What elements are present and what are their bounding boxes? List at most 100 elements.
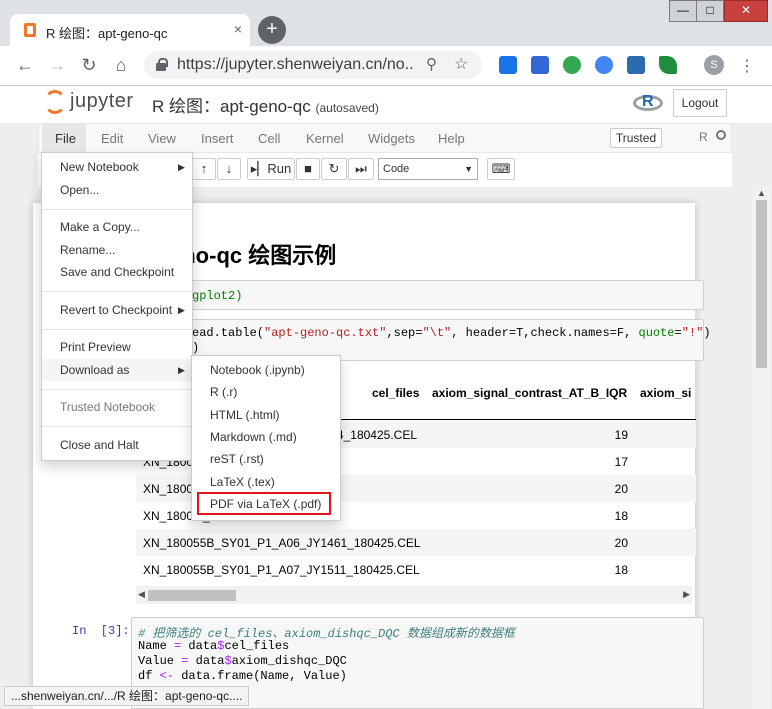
new-tab-button[interactable]: + <box>258 16 286 44</box>
menu-item-rename[interactable]: Rename... <box>60 243 115 257</box>
menu-view[interactable]: View <box>148 131 176 146</box>
menu-item-close-halt[interactable]: Close and Halt <box>60 438 139 452</box>
code-line: df <- data.frame(Name, Value) <box>138 669 347 683</box>
profile-avatar[interactable]: S <box>704 55 724 75</box>
markdown-heading: eno-qc 绘图示例 <box>170 243 337 268</box>
menu-item-print-preview[interactable]: Print Preview <box>60 340 131 354</box>
restart-icon: ↻ <box>328 161 340 176</box>
table-header-axiom-si: axiom_si <box>640 386 692 400</box>
submenu-caret-icon: ▶ <box>178 162 185 172</box>
code-text: gplot2) <box>192 289 243 303</box>
table-row: XN_180055B_SY01_P1_A07_JY1511_180425.CEL… <box>143 563 628 577</box>
back-icon[interactable]: ← <box>14 54 36 76</box>
fast-forward-icon: ⏭ <box>355 161 367 176</box>
download-latex[interactable]: LaTeX (.tex) <box>210 475 275 489</box>
window-close-button[interactable]: ✕ <box>724 0 768 22</box>
menu-item-make-copy[interactable]: Make a Copy... <box>60 220 140 234</box>
code-line: Name = data$cel_files <box>138 639 290 653</box>
download-r[interactable]: R (.r) <box>210 385 237 399</box>
menu-divider <box>42 426 192 427</box>
menu-item-new-notebook[interactable]: New Notebook <box>60 160 139 174</box>
menu-file[interactable]: File <box>55 131 76 146</box>
submenu-caret-icon: ▶ <box>178 305 185 315</box>
stop-icon: ■ <box>304 161 312 176</box>
tab-close-icon[interactable]: × <box>234 21 242 37</box>
kernel-name: R <box>699 130 708 144</box>
forward-icon[interactable]: → <box>46 54 68 76</box>
bookmark-star-icon[interactable]: ☆ <box>454 54 468 74</box>
menu-widgets[interactable]: Widgets <box>368 131 415 146</box>
chevron-down-icon: ▼ <box>464 164 473 174</box>
scrollbar-thumb[interactable] <box>148 590 236 601</box>
menu-item-download-as[interactable]: Download as <box>60 363 129 377</box>
cell-3-prompt: In [3]: <box>72 624 130 638</box>
link-status-bar: ...shenweiyan.cn/.../R 绘图：apt-geno-qc...… <box>4 686 250 706</box>
menu-item-open[interactable]: Open... <box>60 183 99 197</box>
download-markdown[interactable]: Markdown (.md) <box>210 430 297 444</box>
trusted-indicator[interactable]: Trusted <box>610 128 662 148</box>
zoom-search-icon[interactable]: ⚲ <box>426 55 437 73</box>
code-line: Value = data$axiom_dishqc_DQC <box>138 654 347 668</box>
code-line: ead.table("apt-geno-qc.txt",sep="\t", he… <box>192 326 711 340</box>
logout-button[interactable]: Logout <box>673 89 727 117</box>
table-row: XN_180055B_SY01_P1_A06_JY1461_180425.CEL… <box>136 529 696 556</box>
cell-type-select[interactable]: Code ▼ <box>378 158 478 180</box>
table-horizontal-scrollbar[interactable]: ◀ ▶ <box>136 586 692 604</box>
page-vertical-scrollbar[interactable]: ▲ <box>753 186 770 709</box>
notebook-name[interactable]: R 绘图：apt-geno-qc <box>152 97 311 116</box>
jupyter-logo-text: jupyter <box>70 90 134 112</box>
menu-edit[interactable]: Edit <box>101 131 123 146</box>
bookmark-extension-icon[interactable] <box>531 56 549 74</box>
scroll-left-icon[interactable]: ◀ <box>138 589 145 600</box>
run-icon: ▸▏ <box>250 161 268 176</box>
lock-icon <box>156 58 168 71</box>
scroll-right-icon[interactable]: ▶ <box>683 589 690 600</box>
url-text[interactable]: https://jupyter.shenweiyan.cn/no... <box>177 56 413 74</box>
jupyter-favicon-icon <box>24 23 36 37</box>
jupyter-logo[interactable]: jupyter <box>44 88 140 118</box>
stop-button[interactable]: ■ <box>296 158 320 180</box>
translate-extension-icon[interactable] <box>499 56 517 74</box>
notebook-title[interactable]: R 绘图：apt-geno-qc (autosaved) <box>152 92 379 117</box>
tab-title: R 绘图：apt-geno-qc <box>46 26 168 41</box>
grammarly-extension-icon[interactable] <box>563 56 581 74</box>
restart-run-all-button[interactable]: ⏭ <box>348 158 374 180</box>
menu-divider <box>42 291 192 292</box>
menu-kernel[interactable]: Kernel <box>306 131 344 146</box>
leaf-extension-icon[interactable] <box>659 56 677 74</box>
home-icon[interactable]: ⌂ <box>110 54 132 76</box>
run-button[interactable]: ▸▏Run <box>247 158 295 180</box>
restart-button[interactable]: ↻ <box>321 158 347 180</box>
autosave-status: (autosaved) <box>315 101 379 115</box>
code-cell-1-input[interactable]: gplot2) <box>136 280 704 310</box>
browser-tab[interactable]: R 绘图：apt-geno-qc × <box>10 14 250 46</box>
jupyter-logo-icon <box>44 90 66 114</box>
menu-insert[interactable]: Insert <box>201 131 234 146</box>
menu-cell[interactable]: Cell <box>258 131 280 146</box>
minimize-button[interactable]: — <box>669 0 697 22</box>
menu-help[interactable]: Help <box>438 131 465 146</box>
screenshot-extension-icon[interactable] <box>627 56 645 74</box>
kernel-idle-icon <box>716 130 726 140</box>
menu-item-revert-checkpoint[interactable]: Revert to Checkpoint <box>60 303 172 317</box>
globe-extension-icon[interactable] <box>595 56 613 74</box>
menu-item-save-checkpoint[interactable]: Save and Checkpoint <box>60 265 174 279</box>
maximize-button[interactable]: □ <box>696 0 724 22</box>
submenu-caret-icon: ▶ <box>178 365 185 375</box>
address-bar[interactable]: https://jupyter.shenweiyan.cn/no... ⚲ ☆ <box>144 51 482 79</box>
table-header-cel-files: cel_files <box>372 386 420 400</box>
download-rst[interactable]: reST (.rst) <box>210 452 264 466</box>
reload-icon[interactable]: ↻ <box>78 54 100 76</box>
command-palette-button[interactable]: ⌨ <box>487 158 515 180</box>
scroll-up-icon[interactable]: ▲ <box>757 188 766 198</box>
r-kernel-logo-icon: R <box>633 93 663 113</box>
move-down-button[interactable]: ↓ <box>217 158 241 180</box>
scrollbar-thumb[interactable] <box>756 200 767 368</box>
browser-menu-icon[interactable]: ⋮ <box>739 56 755 76</box>
table-header-contrast: axiom_signal_contrast_AT_B_IQR <box>432 386 628 400</box>
download-pdf[interactable]: PDF via LaTeX (.pdf) <box>210 497 321 511</box>
download-ipynb[interactable]: Notebook (.ipynb) <box>210 363 305 377</box>
download-html[interactable]: HTML (.html) <box>210 408 280 422</box>
cell-type-value: Code <box>383 163 410 175</box>
move-up-button[interactable]: ↑ <box>192 158 216 180</box>
